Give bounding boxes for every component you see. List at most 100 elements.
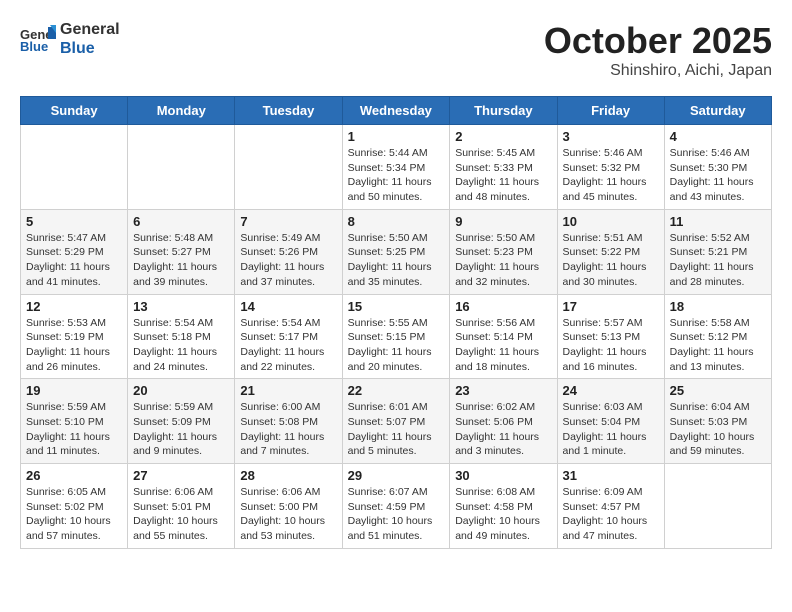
day-number: 31 [563, 468, 659, 483]
day-number: 29 [348, 468, 445, 483]
day-info: Sunrise: 5:59 AM Sunset: 5:10 PM Dayligh… [26, 400, 122, 459]
page-header: General Blue General Blue October 2025 S… [20, 20, 772, 80]
calendar-title: October 2025 [544, 20, 772, 62]
day-number: 1 [348, 129, 445, 144]
day-info: Sunrise: 5:52 AM Sunset: 5:21 PM Dayligh… [670, 231, 766, 290]
day-info: Sunrise: 5:54 AM Sunset: 5:17 PM Dayligh… [240, 316, 336, 375]
weekday-header-monday: Monday [128, 97, 235, 125]
weekday-header-sunday: Sunday [21, 97, 128, 125]
day-number: 21 [240, 383, 336, 398]
week-row-1: 1 Sunrise: 5:44 AM Sunset: 5:34 PM Daylig… [21, 125, 772, 210]
day-info: Sunrise: 5:51 AM Sunset: 5:22 PM Dayligh… [563, 231, 659, 290]
day-number: 18 [670, 299, 766, 314]
calendar-cell: 23Sunrise: 6:02 AM Sunset: 5:06 PM Dayli… [450, 379, 557, 464]
calendar-table: SundayMondayTuesdayWednesdayThursdayFrid… [20, 96, 772, 549]
day-number: 7 [240, 214, 336, 229]
calendar-cell: 30 Sunrise: 6:08 AM Sunset: 4:58 PM Dayli… [450, 464, 557, 549]
day-number: 25 [670, 383, 766, 398]
day-info: Sunrise: 6:00 AM Sunset: 5:08 PM Dayligh… [240, 400, 336, 459]
calendar-cell: 14 Sunrise: 5:54 AM Sunset: 5:17 PM Dayli… [235, 294, 342, 379]
day-info: Sunrise: 6:06 AM Sunset: 5:01 PM Dayligh… [133, 485, 229, 544]
day-number: 3 [563, 129, 659, 144]
day-info: Sunrise: 5:57 AM Sunset: 5:13 PM Dayligh… [563, 316, 659, 375]
day-number: 17 [563, 299, 659, 314]
calendar-cell: 20Sunrise: 5:59 AM Sunset: 5:09 PM Dayli… [128, 379, 235, 464]
calendar-cell: 26 Sunrise: 6:05 AM Sunset: 5:02 PM Dayli… [21, 464, 128, 549]
day-info: Sunrise: 6:04 AM Sunset: 5:03 PM Dayligh… [670, 400, 766, 459]
weekday-header-friday: Friday [557, 97, 664, 125]
calendar-cell: 19Sunrise: 5:59 AM Sunset: 5:10 PM Dayli… [21, 379, 128, 464]
calendar-cell: 25 Sunrise: 6:04 AM Sunset: 5:03 PM Dayli… [664, 379, 771, 464]
calendar-cell: 5 Sunrise: 5:47 AM Sunset: 5:29 PM Daylig… [21, 209, 128, 294]
week-row-4: 19Sunrise: 5:59 AM Sunset: 5:10 PM Dayli… [21, 379, 772, 464]
calendar-cell: 6 Sunrise: 5:48 AM Sunset: 5:27 PM Daylig… [128, 209, 235, 294]
calendar-cell: 4 Sunrise: 5:46 AM Sunset: 5:30 PM Daylig… [664, 125, 771, 210]
calendar-cell: 16Sunrise: 5:56 AM Sunset: 5:14 PM Dayli… [450, 294, 557, 379]
day-info: Sunrise: 5:47 AM Sunset: 5:29 PM Dayligh… [26, 231, 122, 290]
calendar-cell [128, 125, 235, 210]
day-number: 14 [240, 299, 336, 314]
day-number: 28 [240, 468, 336, 483]
day-number: 13 [133, 299, 229, 314]
logo-general: General [60, 20, 120, 39]
day-info: Sunrise: 5:49 AM Sunset: 5:26 PM Dayligh… [240, 231, 336, 290]
weekday-header-row: SundayMondayTuesdayWednesdayThursdayFrid… [21, 97, 772, 125]
logo-blue: Blue [60, 39, 120, 58]
day-info: Sunrise: 6:01 AM Sunset: 5:07 PM Dayligh… [348, 400, 445, 459]
calendar-cell: 24Sunrise: 6:03 AM Sunset: 5:04 PM Dayli… [557, 379, 664, 464]
day-number: 30 [455, 468, 551, 483]
weekday-header-wednesday: Wednesday [342, 97, 450, 125]
calendar-cell: 28Sunrise: 6:06 AM Sunset: 5:00 PM Dayli… [235, 464, 342, 549]
day-info: Sunrise: 5:46 AM Sunset: 5:32 PM Dayligh… [563, 146, 659, 205]
day-number: 12 [26, 299, 122, 314]
day-info: Sunrise: 6:08 AM Sunset: 4:58 PM Dayligh… [455, 485, 551, 544]
calendar-cell: 7 Sunrise: 5:49 AM Sunset: 5:26 PM Daylig… [235, 209, 342, 294]
day-number: 22 [348, 383, 445, 398]
day-info: Sunrise: 5:53 AM Sunset: 5:19 PM Dayligh… [26, 316, 122, 375]
logo-icon: General Blue [20, 25, 56, 53]
day-number: 15 [348, 299, 445, 314]
calendar-cell: 18 Sunrise: 5:58 AM Sunset: 5:12 PM Dayli… [664, 294, 771, 379]
day-number: 8 [348, 214, 445, 229]
day-info: Sunrise: 6:09 AM Sunset: 4:57 PM Dayligh… [563, 485, 659, 544]
day-info: Sunrise: 5:56 AM Sunset: 5:14 PM Dayligh… [455, 316, 551, 375]
week-row-3: 12 Sunrise: 5:53 AM Sunset: 5:19 PM Dayli… [21, 294, 772, 379]
calendar-cell: 13Sunrise: 5:54 AM Sunset: 5:18 PM Dayli… [128, 294, 235, 379]
day-number: 6 [133, 214, 229, 229]
calendar-cell: 9 Sunrise: 5:50 AM Sunset: 5:23 PM Daylig… [450, 209, 557, 294]
day-info: Sunrise: 6:07 AM Sunset: 4:59 PM Dayligh… [348, 485, 445, 544]
calendar-cell: 29 Sunrise: 6:07 AM Sunset: 4:59 PM Dayli… [342, 464, 450, 549]
day-info: Sunrise: 5:45 AM Sunset: 5:33 PM Dayligh… [455, 146, 551, 205]
day-info: Sunrise: 5:59 AM Sunset: 5:09 PM Dayligh… [133, 400, 229, 459]
day-number: 27 [133, 468, 229, 483]
day-info: Sunrise: 6:02 AM Sunset: 5:06 PM Dayligh… [455, 400, 551, 459]
day-number: 4 [670, 129, 766, 144]
calendar-cell: 8Sunrise: 5:50 AM Sunset: 5:25 PM Daylig… [342, 209, 450, 294]
calendar-cell [21, 125, 128, 210]
calendar-cell: 11 Sunrise: 5:52 AM Sunset: 5:21 PM Dayli… [664, 209, 771, 294]
day-info: Sunrise: 6:05 AM Sunset: 5:02 PM Dayligh… [26, 485, 122, 544]
day-info: Sunrise: 5:55 AM Sunset: 5:15 PM Dayligh… [348, 316, 445, 375]
day-info: Sunrise: 5:58 AM Sunset: 5:12 PM Dayligh… [670, 316, 766, 375]
day-info: Sunrise: 6:03 AM Sunset: 5:04 PM Dayligh… [563, 400, 659, 459]
day-number: 5 [26, 214, 122, 229]
calendar-cell: 2 Sunrise: 5:45 AM Sunset: 5:33 PM Daylig… [450, 125, 557, 210]
calendar-cell: 22 Sunrise: 6:01 AM Sunset: 5:07 PM Dayli… [342, 379, 450, 464]
week-row-5: 26 Sunrise: 6:05 AM Sunset: 5:02 PM Dayli… [21, 464, 772, 549]
calendar-cell: 27 Sunrise: 6:06 AM Sunset: 5:01 PM Dayli… [128, 464, 235, 549]
logo: General Blue General Blue [20, 20, 120, 58]
day-info: Sunrise: 5:50 AM Sunset: 5:23 PM Dayligh… [455, 231, 551, 290]
weekday-header-saturday: Saturday [664, 97, 771, 125]
day-number: 11 [670, 214, 766, 229]
calendar-cell: 3 Sunrise: 5:46 AM Sunset: 5:32 PM Daylig… [557, 125, 664, 210]
day-number: 2 [455, 129, 551, 144]
day-number: 26 [26, 468, 122, 483]
day-info: Sunrise: 5:48 AM Sunset: 5:27 PM Dayligh… [133, 231, 229, 290]
calendar-cell: 31 Sunrise: 6:09 AM Sunset: 4:57 PM Dayli… [557, 464, 664, 549]
day-info: Sunrise: 5:44 AM Sunset: 5:34 PM Dayligh… [348, 146, 445, 205]
day-info: Sunrise: 5:46 AM Sunset: 5:30 PM Dayligh… [670, 146, 766, 205]
calendar-cell: 17 Sunrise: 5:57 AM Sunset: 5:13 PM Dayli… [557, 294, 664, 379]
day-number: 9 [455, 214, 551, 229]
svg-text:Blue: Blue [20, 39, 48, 53]
week-row-2: 5 Sunrise: 5:47 AM Sunset: 5:29 PM Daylig… [21, 209, 772, 294]
